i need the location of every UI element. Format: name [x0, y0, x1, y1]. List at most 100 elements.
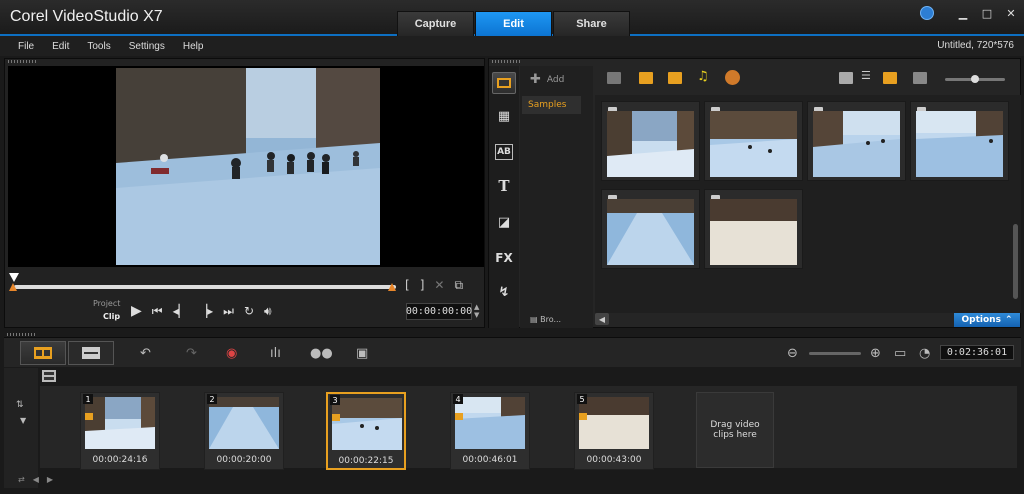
end-icon[interactable]: ⏭ [223, 304, 234, 319]
media-icon[interactable] [492, 72, 516, 94]
play-icon[interactable]: ▶ [131, 303, 142, 319]
path-icon[interactable]: ↯ [495, 284, 513, 300]
tab-edit[interactable]: Edit [475, 11, 552, 36]
project-duration-icon: ◔ [919, 345, 931, 361]
copy-icon[interactable]: ⧉ [454, 278, 463, 293]
storyboard-track: 1 00:00:24:16 2 00:00:20:00 3 00:00:22:1… [40, 386, 1017, 470]
storyboard-icon[interactable] [42, 370, 66, 384]
title-icon[interactable]: T [495, 177, 513, 195]
close-icon[interactable]: ✕ [1004, 7, 1018, 20]
media-thumbnail[interactable] [601, 101, 700, 181]
thumbnail-image [916, 111, 1003, 177]
show-audio-icon[interactable]: ♫ [697, 69, 711, 84]
playback-controls: ▶ ⏮ ◂▏ ▕▸ ⏭ ↻ 🔊︎ [131, 303, 272, 319]
online-icon[interactable] [725, 70, 740, 85]
menu-file[interactable]: File [0, 41, 43, 52]
media-thumbnail[interactable] [807, 101, 906, 181]
redo-icon[interactable]: ↷ [186, 344, 197, 362]
undo-icon[interactable]: ↶ [140, 344, 151, 362]
scrubber-handle[interactable] [9, 273, 19, 282]
zoom-out-icon[interactable]: ⊖ [787, 344, 798, 362]
library-scrollbar[interactable] [1013, 224, 1018, 299]
storyboard-clip-selected[interactable]: 3 00:00:22:15 [326, 392, 406, 470]
storyboard-clip[interactable]: 5 00:00:43:00 [574, 392, 654, 470]
folder-samples[interactable]: Samples [522, 96, 581, 114]
show-photos-icon[interactable] [668, 72, 682, 84]
media-thumbnail[interactable] [704, 101, 803, 181]
scroll-right-icon[interactable]: ▶ [47, 475, 53, 484]
list-view-icon[interactable]: ☰ [861, 69, 875, 82]
clip-thumbnail [85, 397, 155, 449]
globe-icon[interactable] [920, 6, 934, 20]
sound-mixer-icon[interactable]: ılı [270, 344, 281, 362]
tab-capture[interactable]: Capture [397, 11, 474, 36]
cut-icon[interactable]: ✕ [434, 278, 444, 293]
add-folder-button[interactable]: ✚ Add [530, 72, 564, 87]
mark-in-button[interactable]: [ [405, 278, 410, 293]
timeline-view-button[interactable] [68, 341, 114, 365]
project-mode-label[interactable]: Project [93, 299, 120, 308]
volume-icon[interactable]: 🔊︎ [264, 304, 272, 319]
panel-grip[interactable] [8, 60, 38, 63]
minimize-icon[interactable]: ▁ [956, 7, 970, 20]
panel-grip[interactable] [492, 60, 522, 63]
thumbnail-view-icon[interactable] [839, 72, 853, 84]
fit-project-icon[interactable]: ▭ [894, 344, 906, 362]
import-folder-icon[interactable] [607, 72, 621, 84]
mark-out-button[interactable]: ] [420, 278, 425, 293]
repeat-icon[interactable]: ↻ [244, 304, 254, 318]
show-videos-icon[interactable] [639, 72, 653, 84]
clip-mode-label[interactable]: Clip [103, 312, 120, 321]
grid-view-icon[interactable] [883, 72, 897, 84]
options-button[interactable]: Options ⌃ [954, 313, 1020, 327]
auto-music-icon[interactable]: ●● [310, 344, 333, 362]
scrubber-bar[interactable] [14, 285, 396, 289]
media-thumbnail[interactable] [601, 189, 700, 269]
browse-button[interactable]: ▤ Bro... [530, 315, 561, 324]
menu-edit[interactable]: Edit [43, 41, 78, 52]
track-manager-icon[interactable]: ⇅ [16, 400, 24, 410]
menu-settings[interactable]: Settings [120, 41, 174, 52]
storyboard-clip[interactable]: 2 00:00:20:00 [204, 392, 284, 470]
slider-knob[interactable] [971, 75, 979, 83]
scroll-left-icon[interactable]: ◀ [595, 313, 609, 325]
thumbnail-size-slider[interactable] [945, 75, 1005, 83]
subtitle-icon[interactable]: ▣ [356, 344, 368, 362]
filter-icon[interactable]: FX [495, 250, 513, 266]
chevron-down-icon[interactable]: ▼ [20, 416, 26, 425]
transition-icon[interactable]: AB [495, 144, 513, 160]
drop-zone[interactable]: Drag video clips here [696, 392, 774, 468]
timeline-view-icon [82, 347, 100, 359]
menu-tools[interactable]: Tools [78, 41, 119, 52]
panel-grip[interactable] [7, 333, 37, 336]
menu-help[interactable]: Help [174, 41, 213, 52]
maximize-icon[interactable]: □ [980, 7, 994, 20]
scroll-left-icon[interactable]: ◀ [33, 475, 39, 484]
app-title: Corel VideoStudio X7 [10, 8, 163, 25]
media-thumbnail[interactable] [704, 189, 803, 269]
timecode-spinner[interactable]: ▲ ▼ [474, 303, 479, 319]
timecode-display[interactable]: 00:00:00:00 [406, 303, 472, 320]
instant-project-icon[interactable]: ▦ [495, 108, 513, 124]
storyboard-view-icon [34, 347, 52, 359]
record-capture-icon[interactable]: ◉ [226, 344, 237, 362]
zoom-slider[interactable] [809, 352, 861, 355]
sort-icon[interactable] [913, 72, 927, 84]
graphic-icon[interactable]: ◪ [495, 214, 513, 230]
home-icon[interactable]: ⏮ [152, 304, 163, 319]
storyboard-clip[interactable]: 4 00:00:46:01 [450, 392, 530, 470]
thumbnail-image [710, 199, 797, 265]
clip-number: 5 [577, 394, 587, 404]
zoom-in-icon[interactable]: ⊕ [870, 344, 881, 362]
storyboard-clip[interactable]: 1 00:00:24:16 [80, 392, 160, 470]
previous-frame-icon[interactable]: ◂▏ [173, 304, 188, 318]
clip-duration: 00:00:46:01 [462, 455, 518, 465]
preview-frame [116, 68, 380, 265]
options-label: Options [961, 315, 1001, 325]
tab-share[interactable]: Share [553, 11, 630, 36]
next-frame-icon[interactable]: ▕▸ [198, 304, 213, 318]
media-thumbnail[interactable] [910, 101, 1009, 181]
storyboard-view-button[interactable] [20, 341, 66, 365]
track-toggle-icon[interactable]: ⇄ [18, 475, 25, 484]
project-info: Untitled, 720*576 [937, 40, 1014, 51]
